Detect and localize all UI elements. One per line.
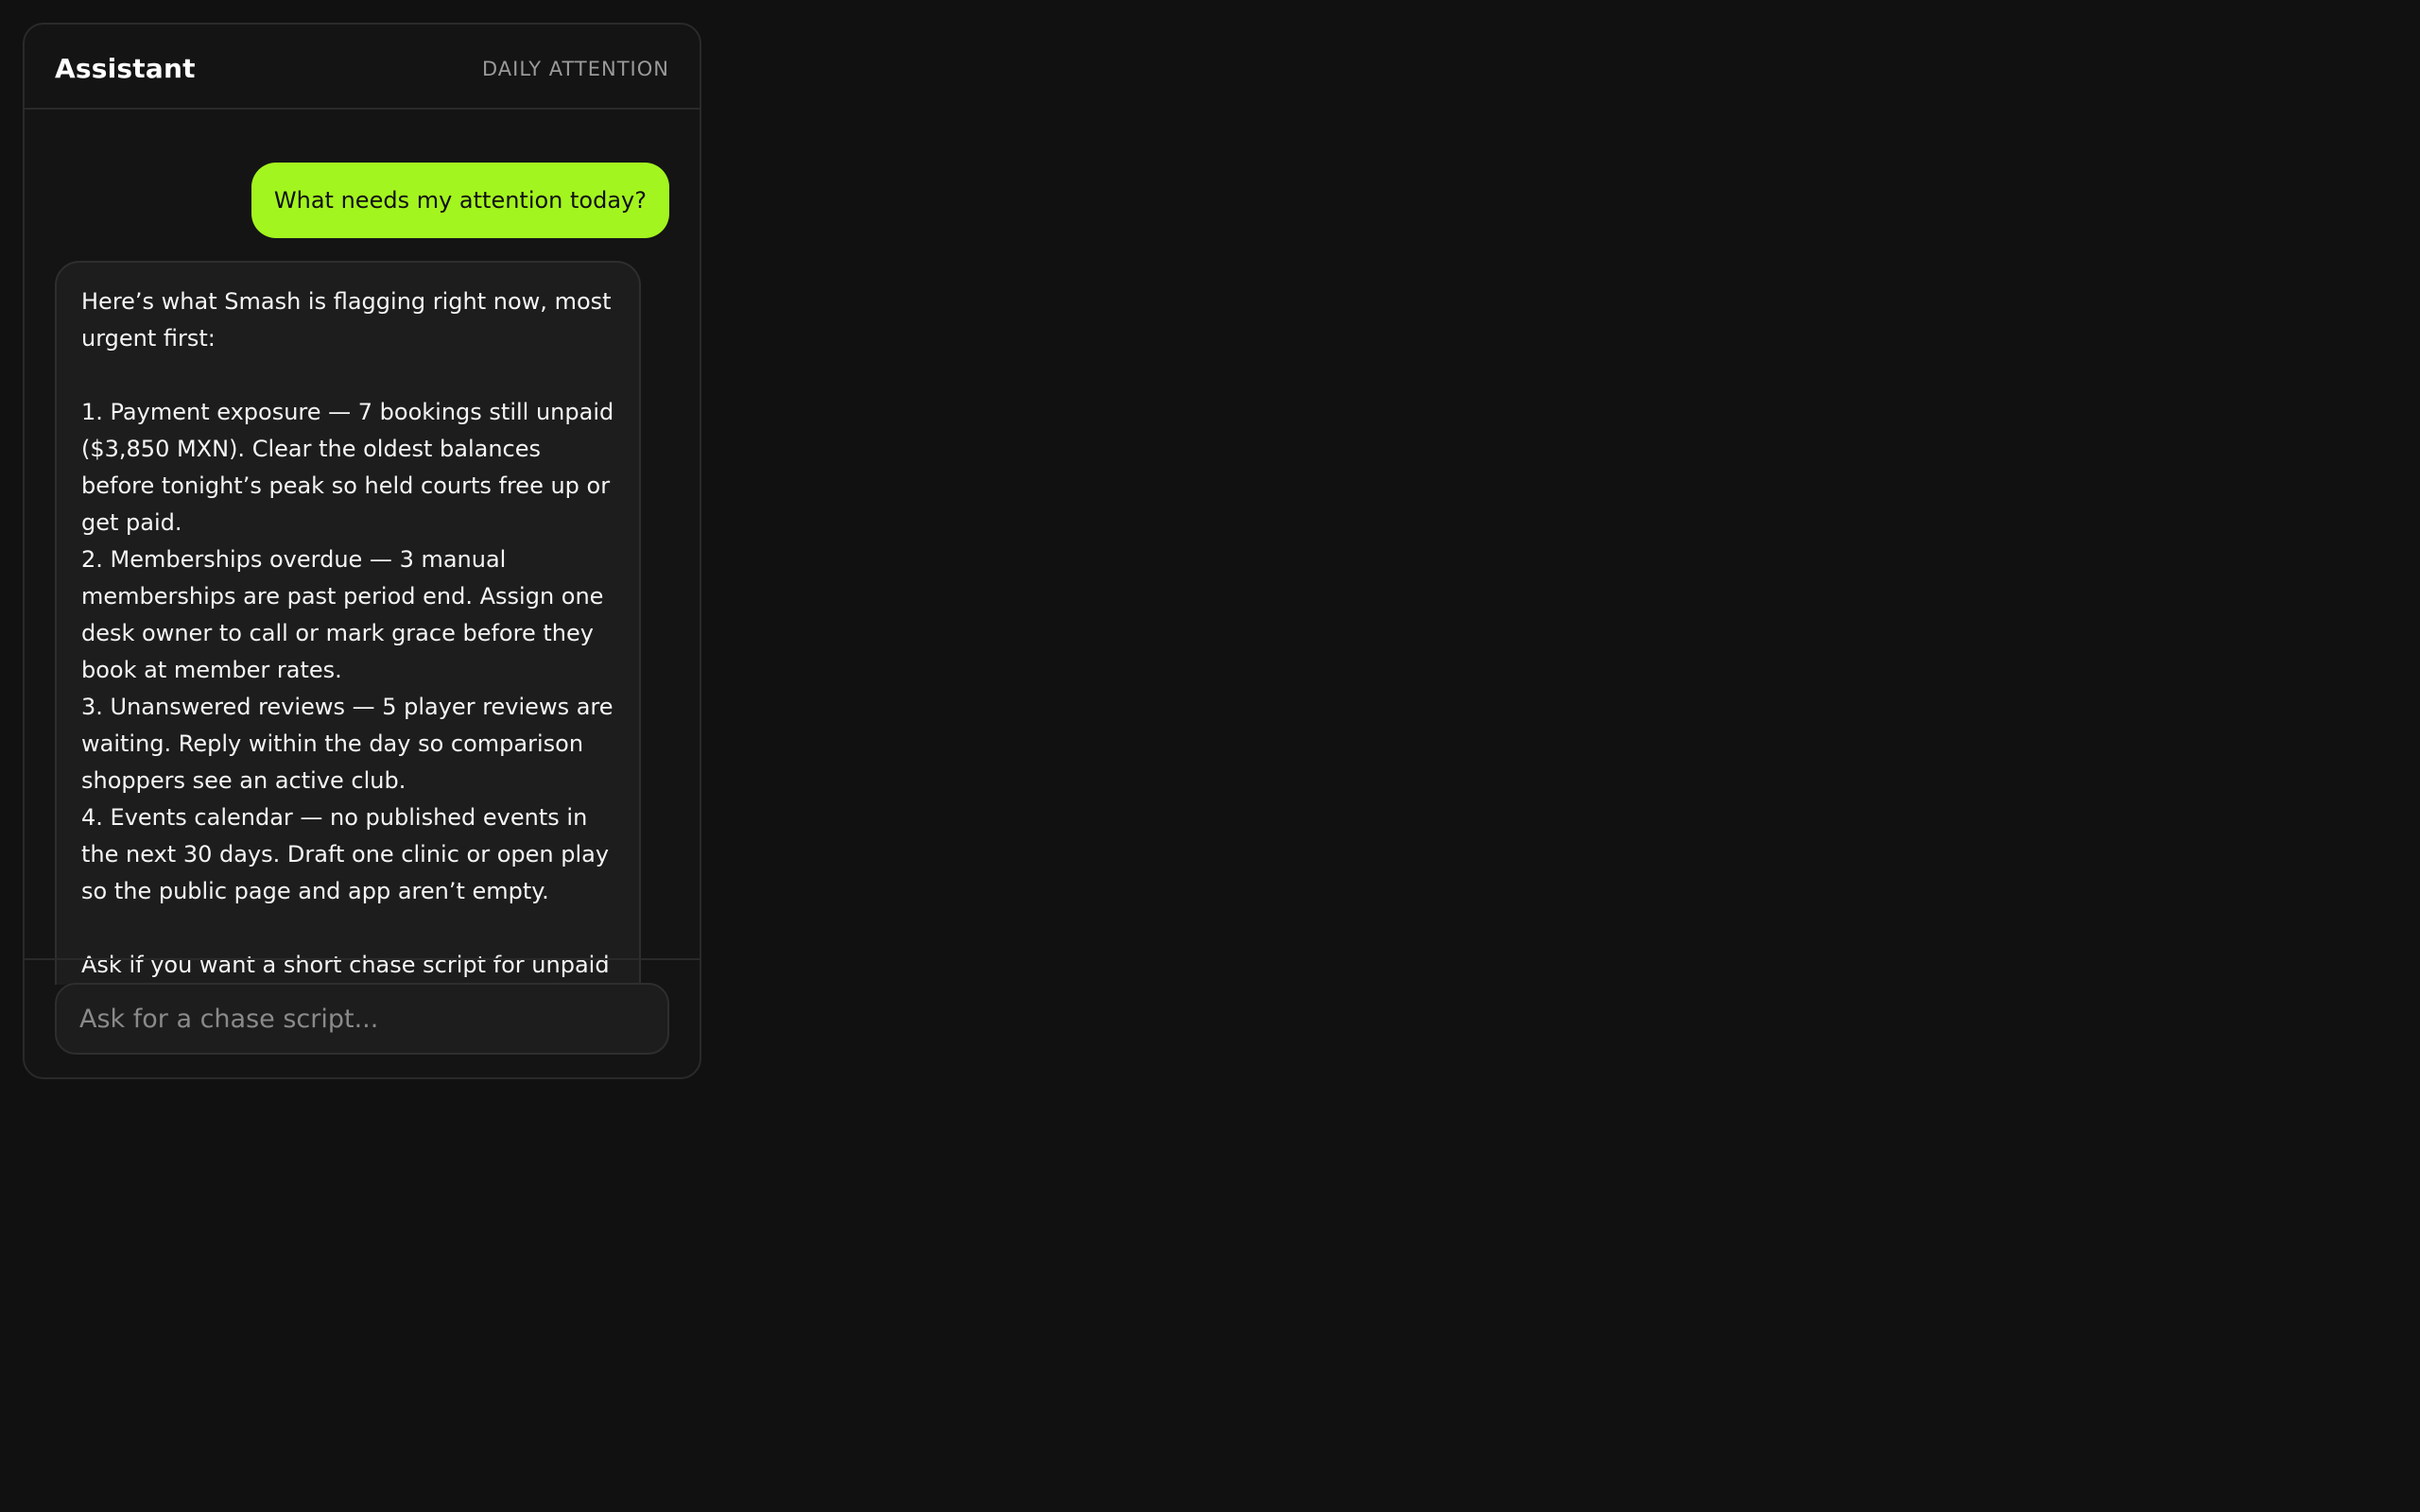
assistant-panel: Assistant DAILY ATTENTION What needs my …	[23, 23, 701, 1079]
assistant-intro: Here’s what Smash is flagging right now,…	[81, 288, 612, 352]
list-item: 1. Payment exposure — 7 bookings still u…	[81, 399, 614, 536]
chat-input[interactable]	[55, 983, 669, 1055]
composer	[25, 958, 700, 1077]
user-message: What needs my attention today?	[251, 163, 669, 238]
list-item: 2. Memberships overdue — 3 manual member…	[81, 546, 604, 683]
panel-subtitle: DAILY ATTENTION	[481, 58, 669, 80]
panel-header: Assistant DAILY ATTENTION	[25, 25, 700, 110]
assistant-message: Here’s what Smash is flagging right now,…	[55, 261, 641, 985]
message-list[interactable]: What needs my attention today? Here’s wh…	[25, 110, 700, 985]
panel-title: Assistant	[55, 53, 196, 84]
list-item: 3. Unanswered reviews — 5 player reviews…	[81, 694, 614, 794]
list-item: 4. Events calendar — no published events…	[81, 804, 610, 904]
